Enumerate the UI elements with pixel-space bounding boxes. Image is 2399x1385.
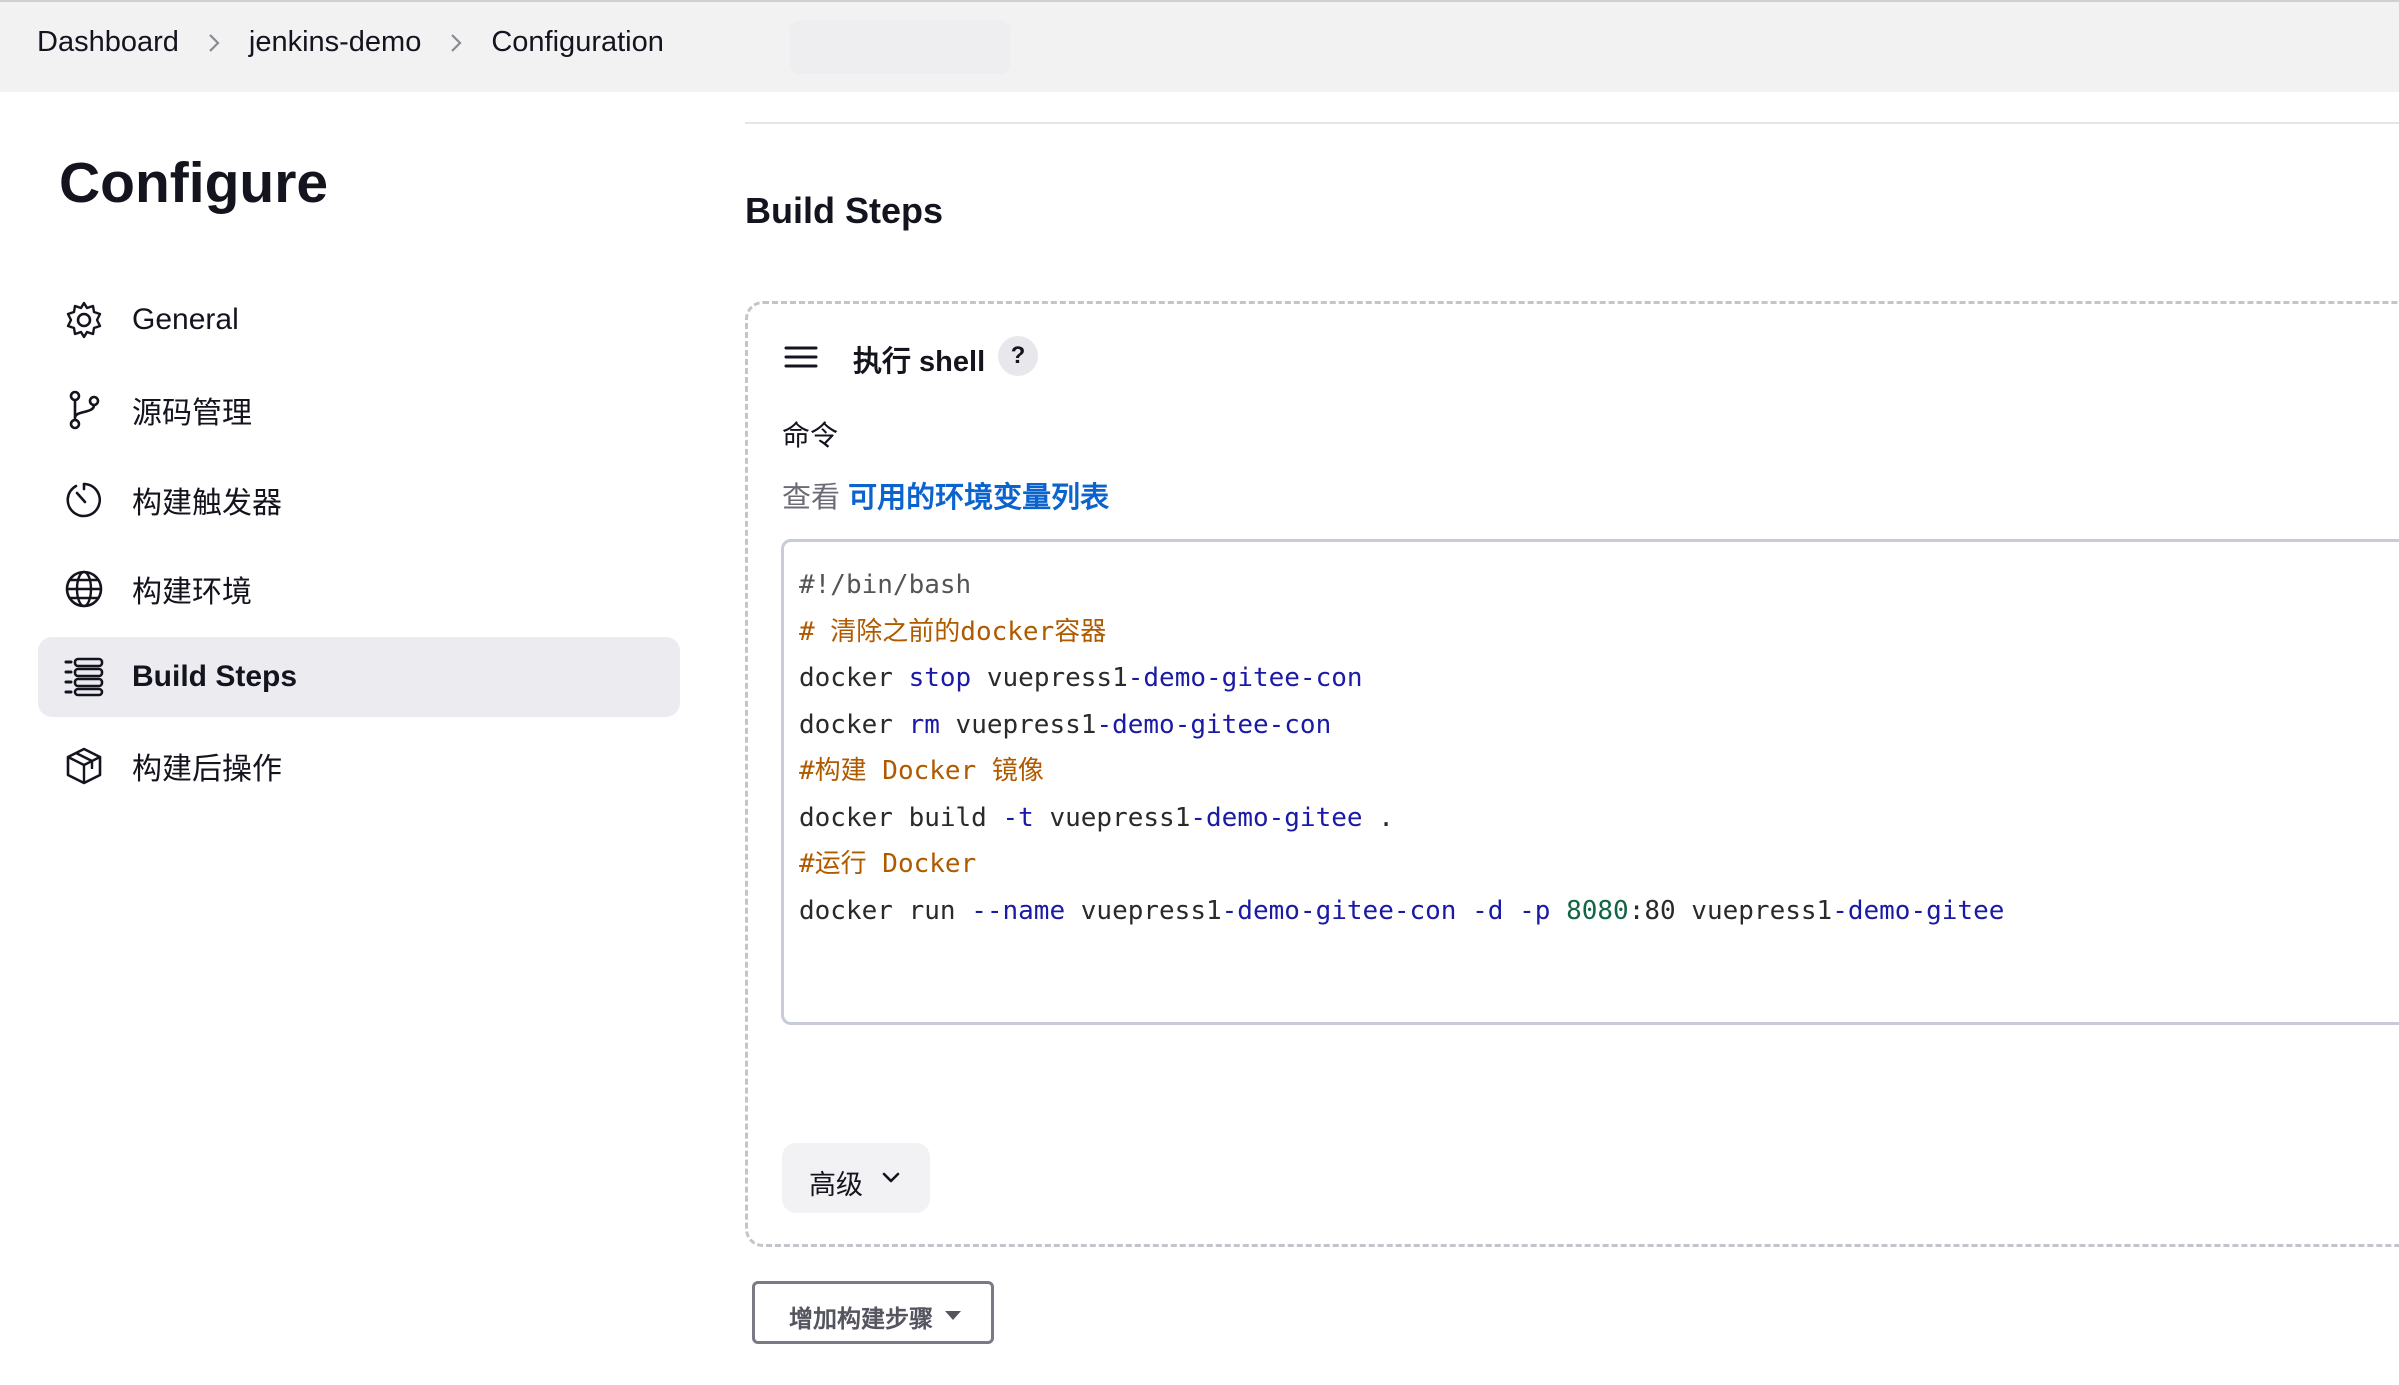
build-step-execute-shell: 执行 shell ? 命令 查看 可用的环境变量列表 #!/bin/bash # … (745, 301, 2399, 1247)
breadcrumb-jenkins-demo[interactable]: jenkins-demo (249, 26, 421, 59)
sidebar-item-source-control[interactable]: 源码管理 (38, 370, 680, 450)
sidebar-item-label: 构建环境 (132, 576, 252, 609)
breadcrumb: Dashboard jenkins-demo Configuration (37, 26, 664, 59)
sidebar-item-label: Build Steps (132, 660, 298, 693)
code-line-7: #运行 Docker (799, 849, 977, 879)
code-line-8: docker run --name vuepress1-demo-gitee-c… (799, 895, 2005, 926)
code-line-5: #构建 Docker 镜像 (799, 756, 1044, 786)
sidebar-item-build-triggers[interactable]: 构建触发器 (38, 460, 680, 540)
globe-icon (65, 570, 103, 608)
code-line-3: docker stop vuepress1-demo-gitee-con (799, 663, 1363, 693)
add-build-step-label: 增加构建步骤 (789, 1306, 933, 1333)
top-bar: Dashboard jenkins-demo Configuration (0, 0, 2399, 92)
code-line-1: #!/bin/bash (799, 570, 972, 600)
env-vars-prefix: 查看 (782, 482, 841, 514)
chevron-right-icon (421, 26, 491, 59)
sidebar-item-build-environment[interactable]: 构建环境 (38, 549, 680, 629)
section-title-build-steps: Build Steps (745, 190, 944, 231)
sidebar-item-label: 构建触发器 (132, 487, 282, 520)
code-line-2: # 清除之前的docker容器 (799, 616, 1107, 647)
sidebar-item-post-build-actions[interactable]: 构建后操作 (38, 726, 680, 806)
add-build-step-button[interactable]: 增加构建步骤 (752, 1281, 994, 1344)
env-vars-link[interactable]: 可用的环境变量列表 (848, 482, 1109, 514)
page-title: Configure (59, 151, 329, 215)
breadcrumb-dashboard[interactable]: Dashboard (37, 26, 179, 59)
code-line-4: docker rm vuepress1-demo-gitee-con (799, 709, 1332, 740)
code-line-6: docker build -t vuepress1-demo-gitee . (799, 802, 1394, 833)
clock-icon (66, 482, 101, 518)
command-label: 命令 (782, 420, 839, 451)
drag-handle-icon[interactable] (784, 344, 818, 370)
help-icon[interactable]: ? (998, 336, 1038, 376)
blurred-placeholder (790, 20, 1010, 74)
command-textarea[interactable]: #!/bin/bash # 清除之前的docker容器 docker stop vu… (781, 539, 2399, 1025)
chevron-down-icon (882, 1172, 900, 1183)
sidebar-item-label: 构建后操作 (132, 753, 282, 786)
caret-down-icon (945, 1311, 961, 1320)
sidebar-item-label: General (132, 303, 239, 336)
list-icon (64, 657, 104, 697)
gear-icon (66, 301, 102, 339)
build-step-title: 执行 shell (853, 346, 986, 378)
package-icon (66, 747, 102, 785)
section-divider (745, 122, 2399, 124)
breadcrumb-configuration[interactable]: Configuration (491, 26, 664, 59)
advanced-button[interactable]: 高级 (782, 1143, 930, 1213)
sidebar-item-build-steps[interactable]: Build Steps (38, 637, 680, 717)
advanced-label: 高级 (809, 1170, 863, 1200)
shell-script: #!/bin/bash # 清除之前的docker容器 docker stop vu… (799, 562, 2004, 934)
env-vars-hint: 查看 可用的环境变量列表 (782, 474, 1109, 516)
sidebar-item-general[interactable]: General (38, 280, 680, 360)
branch-icon (69, 390, 100, 430)
sidebar-item-label: 源码管理 (132, 397, 252, 430)
chevron-right-icon (179, 26, 249, 59)
